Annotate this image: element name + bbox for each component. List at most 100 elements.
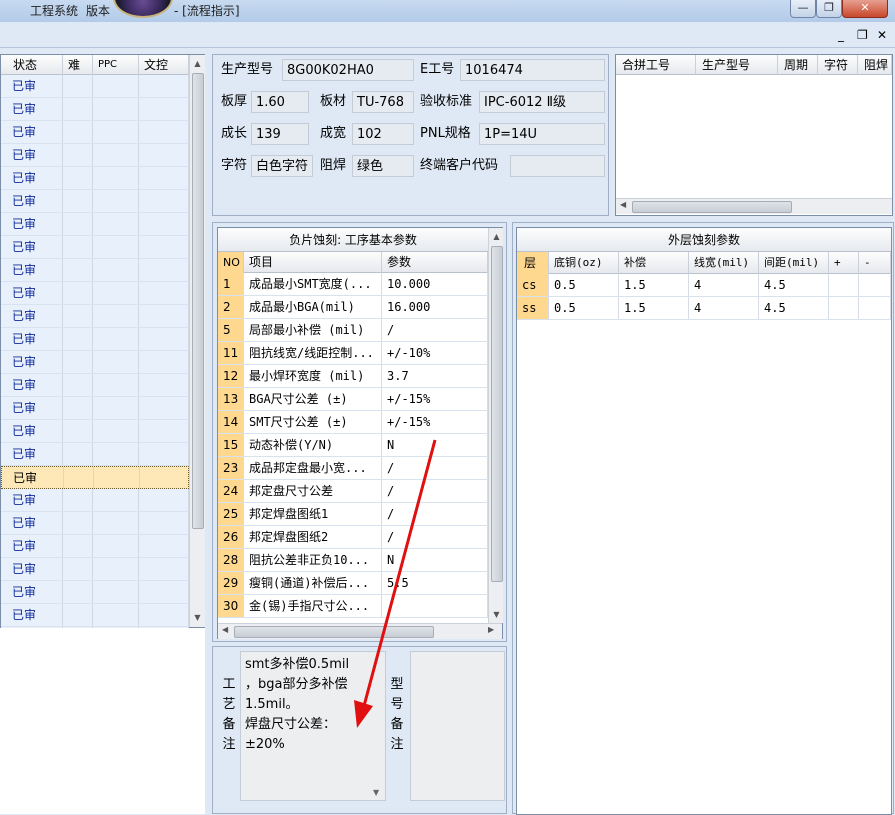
table-row[interactable]: 已审核 — [1, 121, 189, 161]
col-header-layer[interactable]: 层 — [517, 252, 549, 274]
scroll-thumb[interactable] — [234, 626, 434, 638]
table-row[interactable]: 已审核 — [1, 604, 189, 644]
scroll-left-icon[interactable]: ◀ — [222, 625, 228, 634]
mdi-close-icon[interactable]: ✕ — [877, 28, 887, 42]
outer-etch-grid[interactable]: 外层蚀刻参数 层 底铜(oz) 补偿 线宽(mil) 间距(mil) + - c… — [516, 227, 892, 815]
combined-jobs-hscrollbar[interactable]: ◀ — [616, 198, 892, 214]
table-row[interactable]: 已审核 — [1, 443, 189, 483]
table-row[interactable]: 已审核 — [1, 305, 189, 345]
table-row[interactable]: 已审核 — [1, 374, 189, 414]
table-row[interactable]: 已审核 — [1, 328, 189, 368]
table-row[interactable]: 已审核 — [1, 98, 189, 138]
params-vscrollbar[interactable]: ▲ ▼ — [488, 228, 503, 623]
pnl-field[interactable]: 1P=14U — [479, 123, 605, 145]
scroll-thumb[interactable] — [491, 246, 503, 582]
table-row[interactable]: 25 邦定焊盘图纸1/ — [218, 503, 488, 526]
scroll-down-icon[interactable]: ▼ — [190, 611, 205, 625]
table-row[interactable]: 已审核 — [1, 581, 189, 621]
table-row[interactable]: 14 SMT尺寸公差 (±) +/-15% — [218, 411, 488, 434]
status-grid[interactable]: 状态 难 PPC 文控 已审核已审核已审核已审核已审核已审核已审核已审核已审核已… — [0, 54, 205, 667]
table-row[interactable]: 已审核 — [1, 512, 189, 552]
table-row[interactable]: 23 成品邦定盘最小宽... / — [218, 457, 488, 480]
table-row[interactable]: 30 金(锡)手指尺寸公... — [218, 595, 488, 618]
model-remark-textarea[interactable] — [410, 651, 505, 801]
table-row[interactable]: 已审核 — [1, 397, 189, 437]
table-row[interactable]: cs 0.5 1.5 4 4.5 — [517, 274, 891, 297]
table-row[interactable]: 已审核 — [1, 259, 189, 299]
col-header-ppc[interactable]: PPC — [93, 55, 139, 75]
params-hscrollbar[interactable]: ◀ ▶ — [218, 623, 502, 639]
scroll-down-icon[interactable]: ▼ — [489, 608, 504, 622]
scroll-up-icon[interactable]: ▲ — [489, 230, 504, 244]
combined-jobs-grid[interactable]: 合拼工号 生产型号 周期 字符 阻焊 ◀ — [615, 54, 893, 216]
col-header-line-width[interactable]: 线宽(mil) — [689, 252, 759, 274]
table-row[interactable]: 1 成品最小SMT宽度(... 10.000 — [218, 273, 488, 296]
table-row[interactable]: 5 局部最小补偿 (mil) / — [218, 319, 488, 342]
mdi-restore-icon[interactable]: ❐ — [857, 28, 868, 42]
col-header-no[interactable]: NO — [218, 252, 244, 273]
mdi-minimize-icon[interactable]: _ — [838, 28, 844, 42]
app-orb-icon[interactable] — [113, 0, 173, 18]
table-row[interactable]: 已审核 — [1, 167, 189, 207]
scroll-up-icon[interactable]: ▲ — [190, 57, 205, 71]
col-header-char[interactable]: 字符 — [818, 55, 858, 75]
close-button[interactable]: ✕ — [842, 0, 888, 18]
material-field[interactable]: TU-768 — [352, 91, 414, 113]
length-field[interactable]: 139 — [251, 123, 309, 145]
process-params-grid[interactable]: 负片蚀刻: 工序基本参数 NO 项目 参数 1 成品最小SMT宽度(... 10.0… — [217, 227, 503, 639]
restore-button[interactable]: ❐ — [816, 0, 842, 18]
col-header-plus[interactable]: + — [829, 252, 859, 274]
scroll-left-icon[interactable]: ◀ — [620, 200, 626, 209]
table-row[interactable]: 已审核 — [1, 558, 189, 598]
table-row[interactable]: 15 动态补偿(Y/N) N — [218, 434, 488, 457]
thickness-field[interactable]: 1.60 — [251, 91, 309, 113]
col-header-period[interactable]: 周期 — [778, 55, 818, 75]
table-row[interactable]: 28 阻抗公差非正负10... N — [218, 549, 488, 572]
table-row[interactable]: 已审核 — [1, 466, 190, 507]
scroll-down-icon[interactable]: ▼ — [373, 788, 379, 797]
table-row[interactable]: 已审核 — [1, 282, 189, 322]
table-row[interactable]: 已审核 — [1, 535, 189, 575]
status-grid-vscrollbar[interactable]: ▲ ▼ — [189, 55, 205, 627]
col-header-combined-job[interactable]: 合拼工号 — [616, 55, 696, 75]
scroll-right-icon[interactable]: ▶ — [488, 625, 494, 634]
table-row[interactable]: 已审核 — [1, 236, 189, 276]
table-row[interactable]: 29 瘦铜(通道)补偿后... 5.5 — [218, 572, 488, 595]
table-row[interactable]: 24 邦定盘尺寸公差 / — [218, 480, 488, 503]
table-row[interactable]: 11 阻抗线宽/线距控制... +/-10% — [218, 342, 488, 365]
mask-field[interactable]: 绿色 — [352, 155, 414, 177]
char-field[interactable]: 白色字符 — [251, 155, 313, 177]
col-header-base-copper[interactable]: 底铜(oz) — [549, 252, 619, 274]
minimize-button[interactable]: — — [790, 0, 816, 18]
table-row[interactable]: 已审核 — [1, 75, 189, 115]
table-row[interactable]: 26 邦定焊盘图纸2/ — [218, 526, 488, 549]
table-row[interactable]: 已审核 — [1, 351, 189, 391]
table-row[interactable]: 已审核 — [1, 190, 189, 230]
col-header-difficulty[interactable]: 难 — [63, 55, 93, 75]
table-row[interactable]: 2 成品最小BGA(mil) 16.000 — [218, 296, 488, 319]
table-row[interactable]: ss 0.5 1.5 4 4.5 — [517, 297, 891, 320]
customer-code-field[interactable] — [510, 155, 605, 177]
col-header-status[interactable]: 状态 — [1, 55, 63, 75]
table-row[interactable]: 13 BGA尺寸公差 (±) +/-15% — [218, 388, 488, 411]
table-row[interactable]: 已审核 — [1, 420, 189, 460]
col-header-compensation[interactable]: 补偿 — [619, 252, 689, 274]
col-header-model[interactable]: 生产型号 — [696, 55, 778, 75]
table-row[interactable]: 已审核 — [1, 489, 189, 529]
standard-field[interactable]: IPC-6012 Ⅱ级 — [479, 91, 605, 113]
col-header-mask[interactable]: 阻焊 — [858, 55, 892, 75]
process-remark-textarea[interactable]: smt多补偿0.5mil ，bga部分多补偿 1.5mil。 焊盘尺寸公差： ±… — [240, 651, 386, 801]
table-row[interactable]: 已审核 — [1, 144, 189, 184]
scroll-thumb[interactable] — [192, 73, 204, 529]
scroll-thumb[interactable] — [632, 201, 792, 213]
table-row[interactable]: 已审核 — [1, 213, 189, 253]
col-header-minus[interactable]: - — [859, 252, 891, 274]
model-field[interactable]: 8G00K02HA0 — [282, 59, 414, 81]
col-header-value[interactable]: 参数 — [382, 252, 488, 273]
col-header-item[interactable]: 项目 — [244, 252, 382, 273]
col-header-doc-control[interactable]: 文控 — [139, 55, 189, 75]
table-row[interactable]: 12 最小焊环宽度 (mil) 3.7 — [218, 365, 488, 388]
e-number-field[interactable]: 1016474 — [460, 59, 605, 81]
col-header-spacing[interactable]: 间距(mil) — [759, 252, 829, 274]
width-field[interactable]: 102 — [352, 123, 414, 145]
